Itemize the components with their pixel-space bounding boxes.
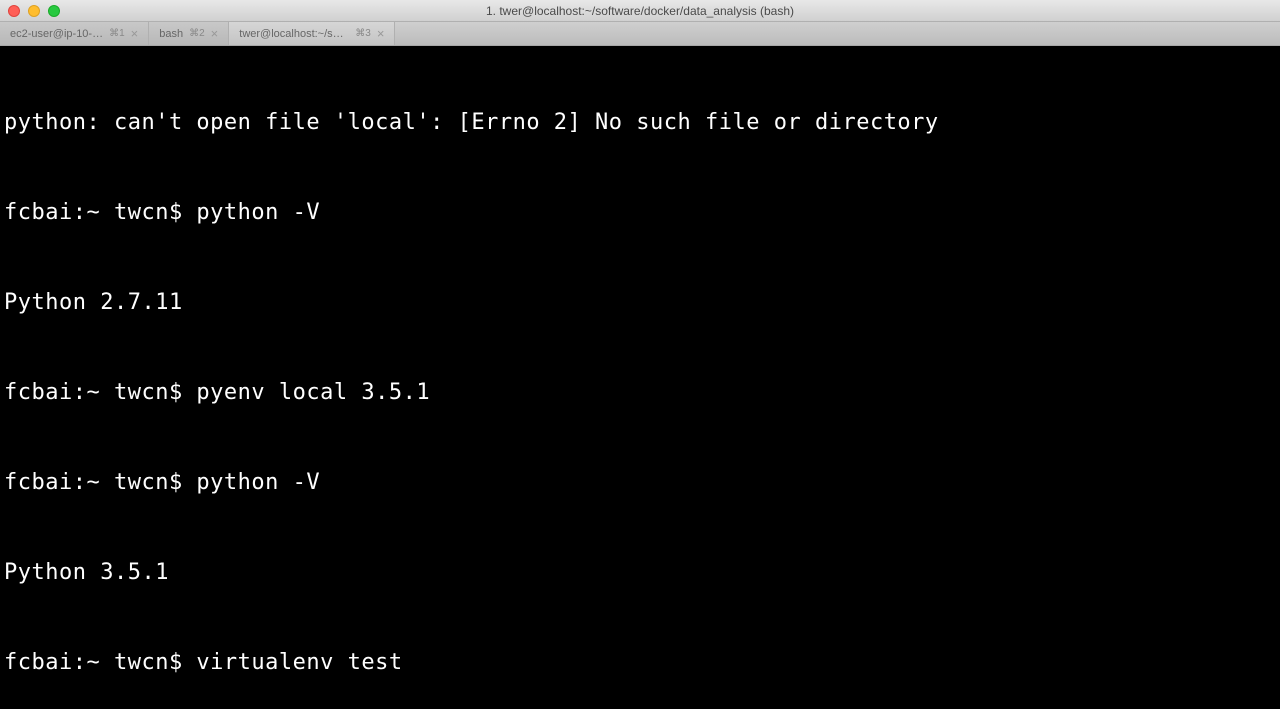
tab-1[interactable]: ec2-user@ip-10-… ⌘1 × xyxy=(0,22,149,45)
terminal-line: fcbai:~ twcn$ pyenv local 3.5.1 xyxy=(4,378,1276,408)
tab-label: twer@localhost:~/so… xyxy=(239,28,349,40)
terminal-line: Python 2.7.11 xyxy=(4,288,1276,318)
tab-2[interactable]: bash ⌘2 × xyxy=(149,22,229,45)
close-icon[interactable]: × xyxy=(377,27,385,40)
tab-hotkey: ⌘1 xyxy=(109,28,125,39)
terminal-line: python: can't open file 'local': [Errno … xyxy=(4,108,1276,138)
close-window-button[interactable] xyxy=(8,5,20,17)
terminal-line: fcbai:~ twcn$ virtualenv test xyxy=(4,648,1276,678)
terminal-line: fcbai:~ twcn$ python -V xyxy=(4,468,1276,498)
tab-label: bash xyxy=(159,28,183,40)
traffic-lights xyxy=(8,5,60,17)
terminal-window: 1. twer@localhost:~/software/docker/data… xyxy=(0,0,1280,709)
close-icon[interactable]: × xyxy=(131,27,139,40)
terminal-line: fcbai:~ twcn$ python -V xyxy=(4,198,1276,228)
terminal-line: Python 3.5.1 xyxy=(4,558,1276,588)
window-title: 1. twer@localhost:~/software/docker/data… xyxy=(0,4,1280,18)
close-icon[interactable]: × xyxy=(211,27,219,40)
tab-bar: ec2-user@ip-10-… ⌘1 × bash ⌘2 × twer@loc… xyxy=(0,22,1280,46)
tab-hotkey: ⌘2 xyxy=(189,28,205,39)
zoom-window-button[interactable] xyxy=(48,5,60,17)
minimize-window-button[interactable] xyxy=(28,5,40,17)
tab-hotkey: ⌘3 xyxy=(355,28,371,39)
terminal-output[interactable]: python: can't open file 'local': [Errno … xyxy=(0,46,1280,709)
tab-label: ec2-user@ip-10-… xyxy=(10,28,103,40)
tab-3[interactable]: twer@localhost:~/so… ⌘3 × xyxy=(229,22,395,45)
titlebar: 1. twer@localhost:~/software/docker/data… xyxy=(0,0,1280,22)
